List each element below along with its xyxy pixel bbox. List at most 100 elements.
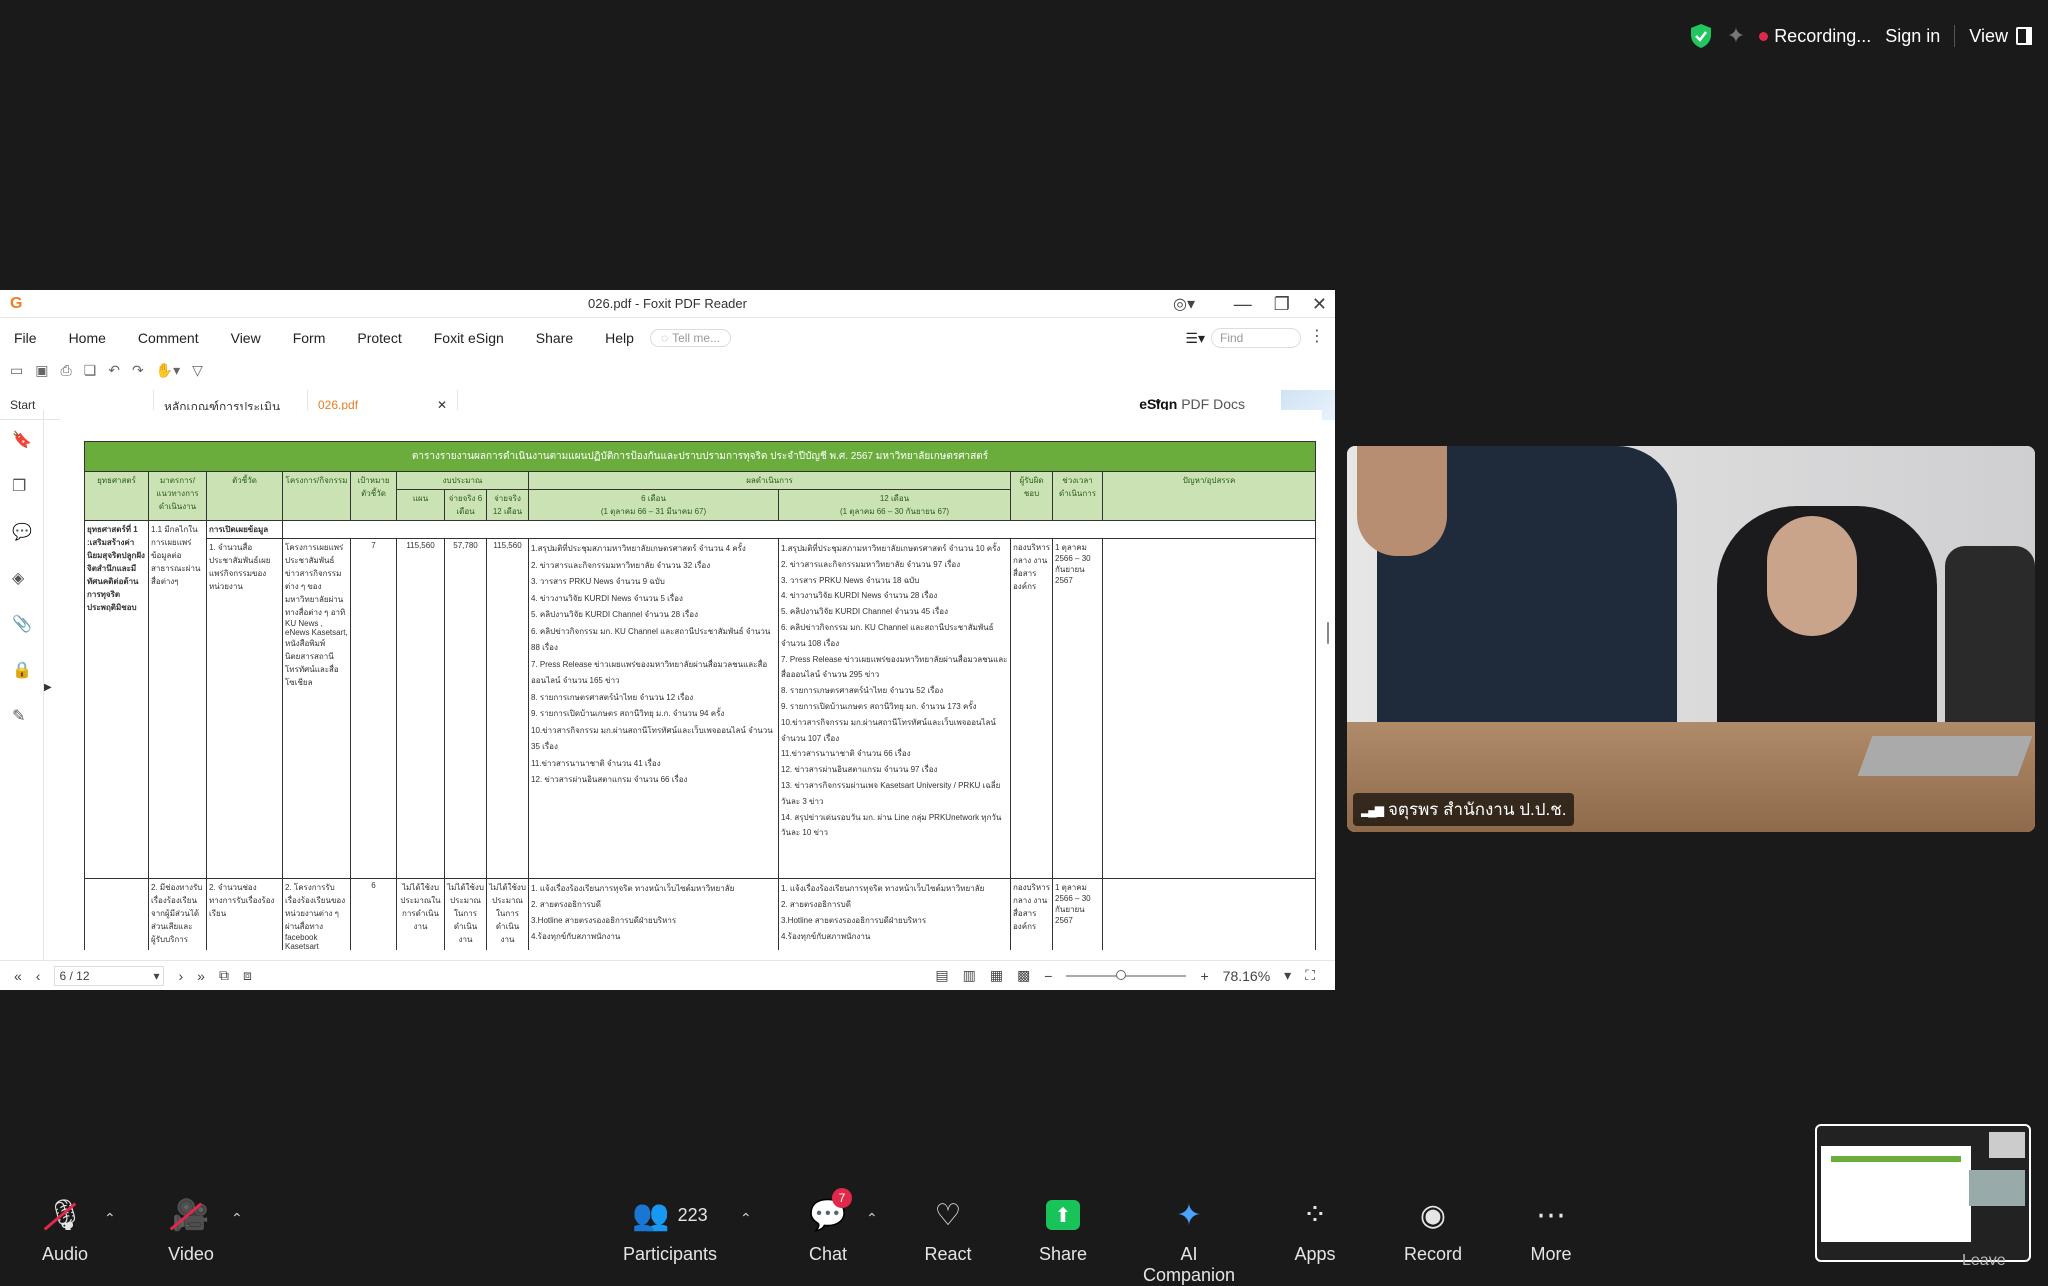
- view-button[interactable]: View: [1969, 26, 2032, 47]
- menu-share[interactable]: Share: [536, 330, 573, 346]
- zoom-slider-knob[interactable]: [1116, 969, 1127, 980]
- participant-video[interactable]: ▂▄▆ จตุรพร สำนักงาน ป.ป.ช.: [1347, 446, 2035, 832]
- page-dropdown-icon: ▾: [153, 968, 160, 983]
- zoom-dropdown-icon[interactable]: ▾: [1284, 967, 1291, 984]
- audio-button[interactable]: 🎙 Audio: [40, 1192, 90, 1265]
- chat-button[interactable]: 💬 7 Chat: [804, 1188, 852, 1265]
- heart-icon: ♡: [934, 1198, 962, 1232]
- cell-problem: [1102, 878, 1316, 950]
- first-page-icon[interactable]: «: [14, 968, 22, 984]
- continuous-facing-icon[interactable]: ▩: [1017, 967, 1030, 984]
- attachment-icon[interactable]: 📎: [12, 614, 32, 634]
- scroll-thumb[interactable]: [80, 952, 1180, 956]
- more-button[interactable]: ⋯ More: [1528, 1192, 1574, 1265]
- leave-button[interactable]: Leave: [1962, 1252, 2006, 1270]
- thumbnail-document-preview: [1821, 1146, 1971, 1242]
- single-page-icon[interactable]: ▤: [935, 967, 948, 984]
- signature-icon[interactable]: ✎: [12, 706, 32, 726]
- recording-indicator[interactable]: Recording...: [1759, 26, 1871, 47]
- record-button[interactable]: ◉ Record: [1404, 1192, 1462, 1265]
- header-6-months: 6 เดือน (1 ตุลาคม 66 – 31 มีนาคม 67): [528, 489, 779, 521]
- cell-period: 1 ตุลาคม 2566 – 30 กันยายน 2567: [1052, 538, 1103, 879]
- zoom-in-icon[interactable]: +: [1200, 968, 1208, 984]
- foxit-logo-icon: G: [10, 295, 23, 312]
- account-icon[interactable]: ◎▾: [1173, 294, 1195, 314]
- video-button[interactable]: 🎥 Video: [165, 1192, 217, 1265]
- last-page-icon[interactable]: »: [197, 968, 205, 984]
- record-icon: ◉: [1419, 1198, 1447, 1232]
- extract-page-icon[interactable]: ⧈: [243, 967, 252, 984]
- continuous-page-icon[interactable]: ▥: [963, 967, 976, 984]
- pages-icon[interactable]: ❐: [12, 476, 32, 496]
- cell-blank: [282, 520, 1316, 539]
- cell-result-6m: 1. แจ้งเรื่องร้องเรียนการทุจริต ทางหน้าเ…: [528, 878, 779, 950]
- zoom-slider[interactable]: [1066, 969, 1187, 980]
- zoom-level[interactable]: 78.16%: [1223, 968, 1270, 984]
- signal-bars-icon: ▂▄▆: [1361, 802, 1384, 817]
- find-input[interactable]: Find: [1211, 328, 1301, 348]
- menu-comment[interactable]: Comment: [138, 330, 199, 346]
- save-icon[interactable]: ▣: [35, 362, 48, 379]
- fullscreen-icon[interactable]: ⛶: [1305, 967, 1315, 984]
- self-view-thumbnail[interactable]: [1815, 1124, 2031, 1262]
- next-page-icon[interactable]: ›: [178, 968, 183, 984]
- video-person-right-head: [1767, 516, 1857, 636]
- undo-icon[interactable]: ↶: [108, 362, 120, 379]
- cell-indicator: 2. จำนวนช่องทางการรับเรื่องร้องเรียน: [206, 878, 283, 950]
- page-number-field[interactable]: 6 / 12 ▾: [54, 965, 165, 986]
- video-options-chevron-icon[interactable]: ⌃: [231, 1210, 243, 1227]
- menu-foxit-esign[interactable]: Foxit eSign: [434, 330, 504, 346]
- copy-icon[interactable]: ❏: [84, 362, 97, 379]
- divider: [1954, 25, 1956, 47]
- video-laptop: [1857, 736, 2033, 776]
- menu-file[interactable]: File: [14, 330, 37, 346]
- comments-icon[interactable]: 💬: [12, 522, 32, 542]
- menu-view[interactable]: View: [231, 330, 261, 346]
- print-icon[interactable]: ⎙: [60, 362, 71, 379]
- audio-options-chevron-icon[interactable]: ⌃: [104, 1210, 116, 1227]
- ai-companion-button[interactable]: ✦ AI Companion: [1132, 1192, 1246, 1286]
- menu-form[interactable]: Form: [293, 330, 326, 346]
- participants-button[interactable]: 👥 223 Participants: [620, 1192, 720, 1265]
- react-button[interactable]: ♡ React: [922, 1192, 974, 1265]
- more-options-icon[interactable]: ⋮: [1309, 326, 1325, 346]
- minimize-icon[interactable]: —: [1234, 290, 1252, 318]
- open-icon[interactable]: ▭: [10, 362, 23, 379]
- bookmark-icon[interactable]: 🔖: [12, 430, 32, 450]
- meeting-topbar: ✦ Recording... Sign in View: [1689, 18, 2032, 54]
- hand-tool-icon[interactable]: ✋▾: [156, 362, 180, 379]
- facing-page-icon[interactable]: ▦: [990, 967, 1003, 984]
- header-spend-6m: จ่ายจริง 6 เดือน: [444, 489, 487, 521]
- close-icon[interactable]: ✕: [1312, 290, 1327, 318]
- menu-home[interactable]: Home: [69, 330, 106, 346]
- vertical-scrollbar[interactable]: [1323, 410, 1333, 950]
- customize-toolbar-icon[interactable]: ▽: [192, 362, 203, 379]
- ai-sparkle-icon[interactable]: ✦: [1727, 23, 1745, 49]
- insert-page-icon[interactable]: ⧉: [219, 967, 229, 984]
- zoom-out-icon[interactable]: −: [1044, 968, 1052, 984]
- expand-panel-icon[interactable]: ▶: [44, 682, 52, 693]
- security-lock-icon[interactable]: 🔒: [12, 660, 32, 680]
- security-shield-icon[interactable]: [1689, 23, 1713, 49]
- menu-help[interactable]: Help: [605, 330, 634, 346]
- tell-me-search[interactable]: ◌ Tell me...: [649, 329, 732, 347]
- share-button[interactable]: ⬆ Share: [1037, 1192, 1089, 1265]
- apps-button[interactable]: ⁘ Apps: [1292, 1192, 1338, 1265]
- anti-corruption-report-table: ตารางรายงานผลการดำเนินงานตามแผนปฏิบัติกา…: [84, 441, 1316, 950]
- horizontal-scrollbar[interactable]: [60, 950, 1250, 958]
- pdf-page-view[interactable]: ตารางรายงานผลการดำเนินงานตามแผนปฏิบัติกา…: [60, 410, 1322, 950]
- header-project: โครงการ/กิจกรรม: [282, 471, 351, 521]
- participants-options-chevron-icon[interactable]: ⌃: [740, 1210, 752, 1227]
- participants-count: 223: [677, 1204, 708, 1225]
- redo-icon[interactable]: ↷: [132, 362, 144, 379]
- menu-protect[interactable]: Protect: [357, 330, 401, 346]
- recording-dot-icon: [1759, 31, 1769, 41]
- restore-icon[interactable]: ❐: [1274, 290, 1290, 318]
- search-options-icon[interactable]: ☰▾: [1185, 330, 1205, 347]
- layers-icon[interactable]: ◈: [12, 568, 32, 588]
- chat-options-chevron-icon[interactable]: ⌃: [866, 1210, 878, 1227]
- lightbulb-icon: ◌: [660, 331, 669, 345]
- sign-in-link[interactable]: Sign in: [1885, 26, 1940, 47]
- scroll-thumb[interactable]: [1325, 620, 1331, 646]
- prev-page-icon[interactable]: ‹: [36, 968, 41, 984]
